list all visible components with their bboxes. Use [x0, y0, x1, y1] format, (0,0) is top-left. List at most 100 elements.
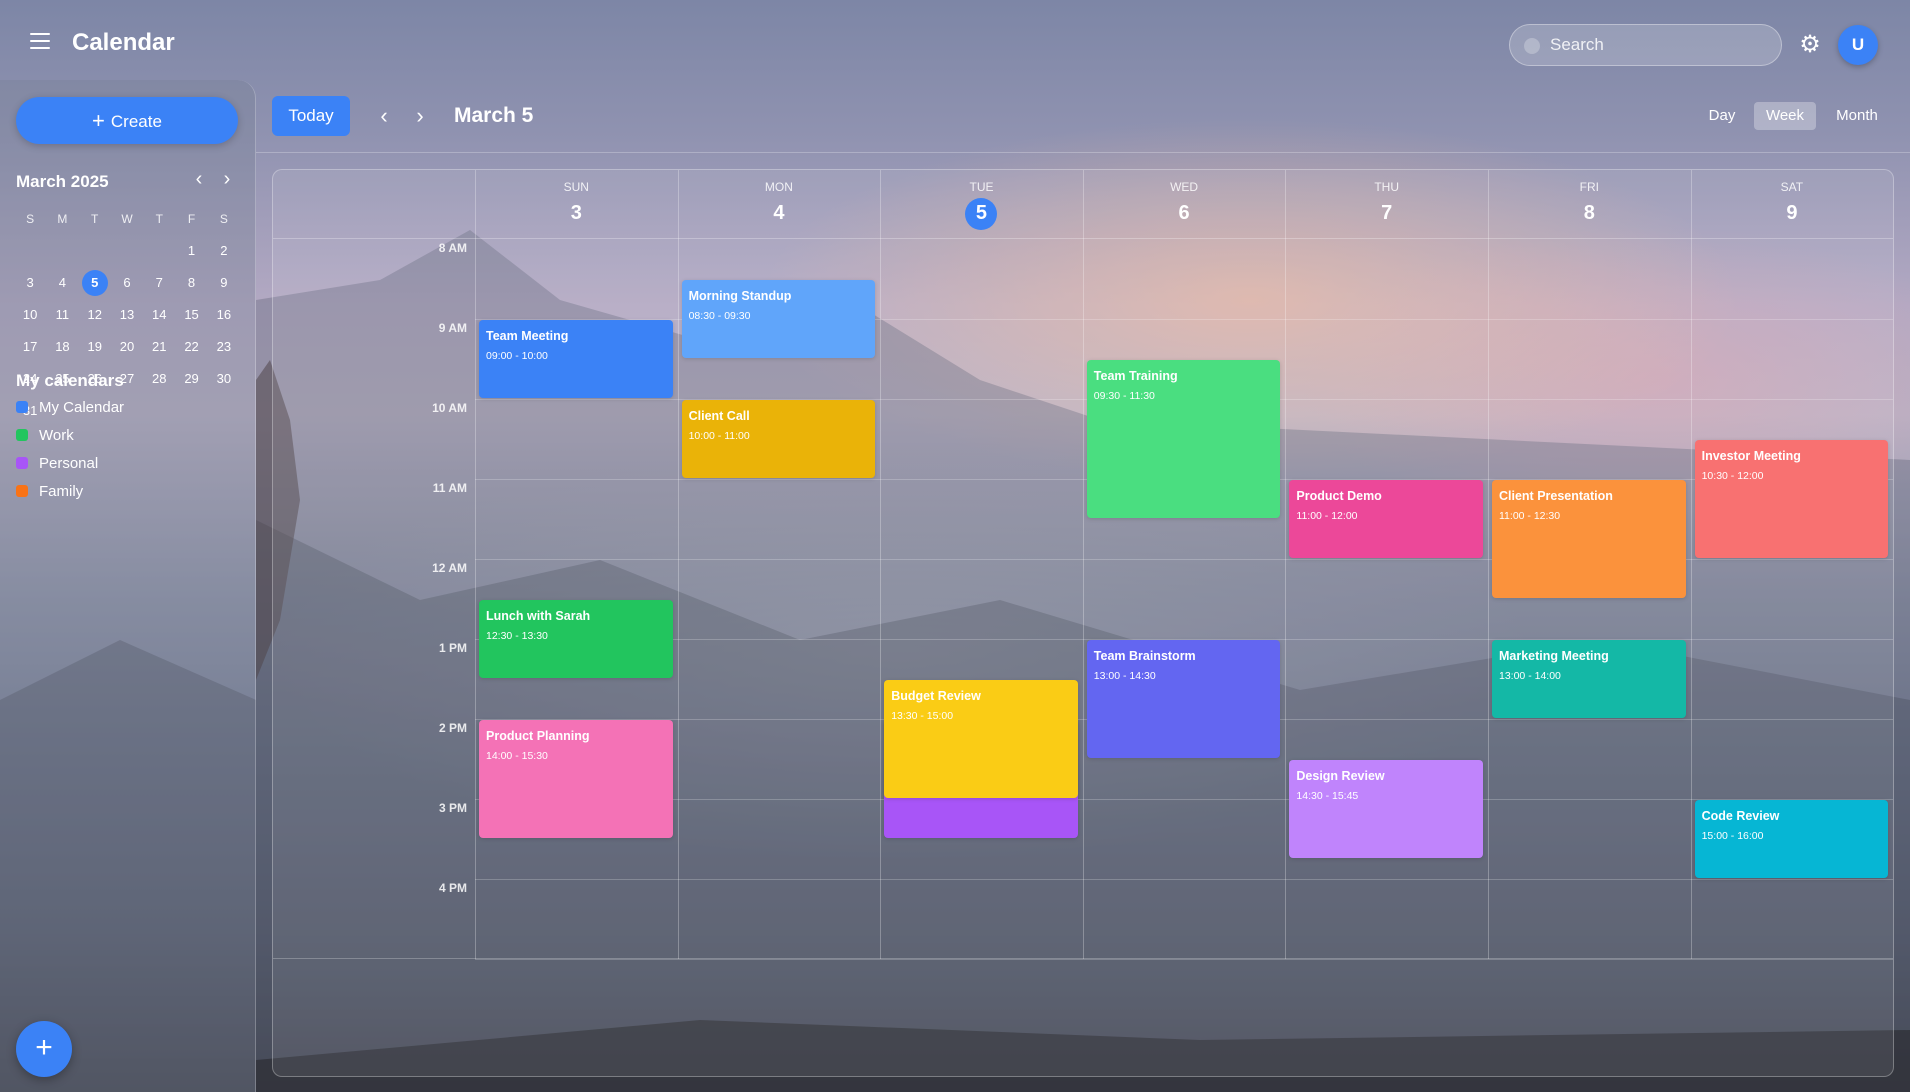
mini-calendar-day[interactable]: 22	[175, 335, 207, 359]
day-header[interactable]: WED 6	[1083, 170, 1286, 238]
mini-calendar-day[interactable]: 9	[208, 271, 240, 295]
time-label: 9 AM	[438, 321, 467, 335]
mini-calendar-week: 3 456 7 8 9	[14, 267, 240, 299]
calendar-item[interactable]: Personal	[16, 453, 98, 473]
calendar-color-swatch	[16, 429, 28, 441]
today-date-badge: 5	[965, 198, 998, 230]
mini-calendar-day[interactable]: 14	[143, 303, 175, 327]
event-title: Team Training	[1093, 369, 1178, 383]
event-card[interactable]: Team Meeting 09:00 - 10:00	[479, 320, 673, 398]
mini-calendar-day[interactable]: 16	[208, 303, 240, 327]
next-week-icon[interactable]: ›	[410, 103, 430, 129]
mini-calendar-week: 10 11 12 13 14 15 16	[14, 299, 240, 331]
day-header[interactable]: FRI 8	[1488, 170, 1691, 238]
mini-calendar-day[interactable]: 13	[111, 303, 143, 327]
mini-calendar-day[interactable]: 4	[46, 271, 78, 295]
mini-calendar-day-number: 7	[155, 275, 163, 290]
event-card[interactable]: Design Review 14:30 - 15:45	[1289, 760, 1483, 858]
mini-calendar-day[interactable]: 1	[175, 239, 207, 263]
calendar-item[interactable]: Family	[16, 481, 83, 501]
event-card[interactable]: Marketing Meeting 13:00 - 14:00	[1492, 640, 1686, 718]
mini-calendar-day[interactable]: 30	[208, 367, 240, 391]
mini-calendar-day[interactable]: 3	[14, 271, 46, 295]
mini-calendar-day[interactable]: 20	[111, 335, 143, 359]
mini-calendar-day[interactable]: 17	[14, 335, 46, 359]
calendar-item[interactable]: Work	[16, 425, 74, 445]
event-card[interactable]: Client Presentation 11:00 - 12:30	[1492, 480, 1686, 598]
calendar-name: My Calendar	[39, 398, 125, 416]
today-button[interactable]: Today	[272, 96, 350, 136]
mini-calendar-day[interactable]: 19	[79, 335, 111, 359]
view-week-button[interactable]: Week	[1754, 102, 1816, 130]
avatar[interactable]: U	[1838, 25, 1878, 65]
time-label: 10 AM	[432, 401, 467, 415]
column-divider	[1285, 170, 1287, 959]
event-card[interactable]: Team Brainstorm 13:00 - 14:30	[1086, 640, 1281, 758]
create-button[interactable]: + Create	[16, 97, 238, 144]
calendar-color-swatch	[16, 485, 28, 497]
event-card[interactable]: Morning Standup 08:30 - 09:30	[681, 280, 876, 358]
calendar-item[interactable]: My Calendar	[16, 397, 124, 417]
week-view: SUN 3 MON 4 TUE 5 WED 6 THU 7 FRI 8 SAT 9 8 AM 9 AM 10 A…	[272, 169, 1894, 1077]
day-header[interactable]: SAT 9	[1691, 170, 1893, 238]
column-divider	[1488, 170, 1489, 959]
mini-calendar-day[interactable]: 6	[111, 271, 143, 295]
event-time: 14:30 - 15:45	[1296, 790, 1359, 802]
mini-calendar-day-number: 6	[123, 275, 131, 290]
day-number: 3	[570, 202, 582, 224]
event-title: Lunch with Sarah	[486, 609, 591, 623]
event-card[interactable]: Budget Review 13:30 - 15:00	[884, 680, 1078, 798]
event-card[interactable]: Product Planning 14:00 - 15:30	[479, 720, 673, 838]
fab-add-button[interactable]: +	[16, 1021, 72, 1077]
mini-calendar-next-icon[interactable]: ›	[217, 168, 237, 191]
mini-calendar-day[interactable]: 7	[143, 271, 175, 295]
search-input[interactable]	[1550, 25, 1770, 65]
mini-calendar-day[interactable]: 8	[175, 271, 207, 295]
weekday-label: T	[91, 212, 99, 226]
mini-calendar-day-number: 13	[119, 307, 135, 322]
event-time: 13:00 - 14:30	[1093, 670, 1156, 682]
event-title: Morning Standup	[688, 289, 792, 303]
prev-week-icon[interactable]: ‹	[374, 103, 394, 129]
mini-calendar-day[interactable]: 12	[79, 303, 111, 327]
mini-calendar-day[interactable]: 15	[175, 303, 207, 327]
day-header[interactable]: SUN 3	[475, 170, 678, 238]
view-month-button[interactable]: Month	[1826, 102, 1888, 130]
mini-calendar-day-number: 22	[184, 339, 199, 354]
gear-icon[interactable]: ⚙	[1797, 32, 1823, 58]
day-number: 8	[1583, 202, 1595, 224]
day-header[interactable]: THU 7	[1285, 170, 1488, 238]
time-label: 8 AM	[438, 241, 467, 255]
event-card[interactable]: Team Training 09:30 - 11:30	[1086, 360, 1281, 518]
event-card[interactable]: Product Demo 11:00 - 12:00	[1289, 480, 1483, 558]
event-card[interactable]: Client Call 10:00 - 11:00	[681, 400, 876, 478]
event-card[interactable]: Code Review 15:00 - 16:00	[1694, 800, 1889, 878]
menu-icon[interactable]	[30, 33, 50, 49]
mini-calendar-day[interactable]: 18	[46, 335, 78, 359]
event-card[interactable]: Lunch with Sarah 12:30 - 13:30	[479, 600, 673, 678]
search-icon	[1524, 38, 1540, 54]
top-bar: Calendar ⚙ U	[0, 0, 1910, 80]
day-header[interactable]: TUE 5	[880, 170, 1083, 238]
column-divider	[1082, 170, 1084, 959]
mini-calendar-day[interactable]: 29	[175, 367, 207, 391]
mini-calendar-prev-icon[interactable]: ‹	[189, 168, 209, 191]
search-box[interactable]	[1509, 24, 1782, 66]
mini-calendar-day[interactable]: 23	[208, 335, 240, 359]
view-day-button[interactable]: Day	[1700, 102, 1744, 130]
day-header[interactable]: MON 4	[678, 170, 881, 238]
mini-calendar-day[interactable]: 2	[208, 239, 240, 263]
mini-calendar-day[interactable]: 5	[79, 270, 111, 296]
mini-calendar-day[interactable]: 28	[143, 367, 175, 391]
current-date: March 5	[454, 104, 534, 127]
mini-calendar-day[interactable]: 11	[46, 303, 78, 327]
mini-calendar-day[interactable]: 10	[14, 303, 46, 327]
mini-calendar-day-number: 21	[152, 339, 167, 354]
weekday-label: F	[187, 212, 196, 226]
event-card[interactable]: Investor Meeting 10:30 - 12:00	[1694, 440, 1889, 558]
event-time: 09:00 - 10:00	[486, 350, 548, 362]
mini-calendar-day-number: 1	[187, 243, 196, 258]
weekday-label: W	[121, 212, 133, 226]
event-title: Team Meeting	[486, 329, 569, 343]
mini-calendar-day[interactable]: 21	[143, 335, 175, 359]
